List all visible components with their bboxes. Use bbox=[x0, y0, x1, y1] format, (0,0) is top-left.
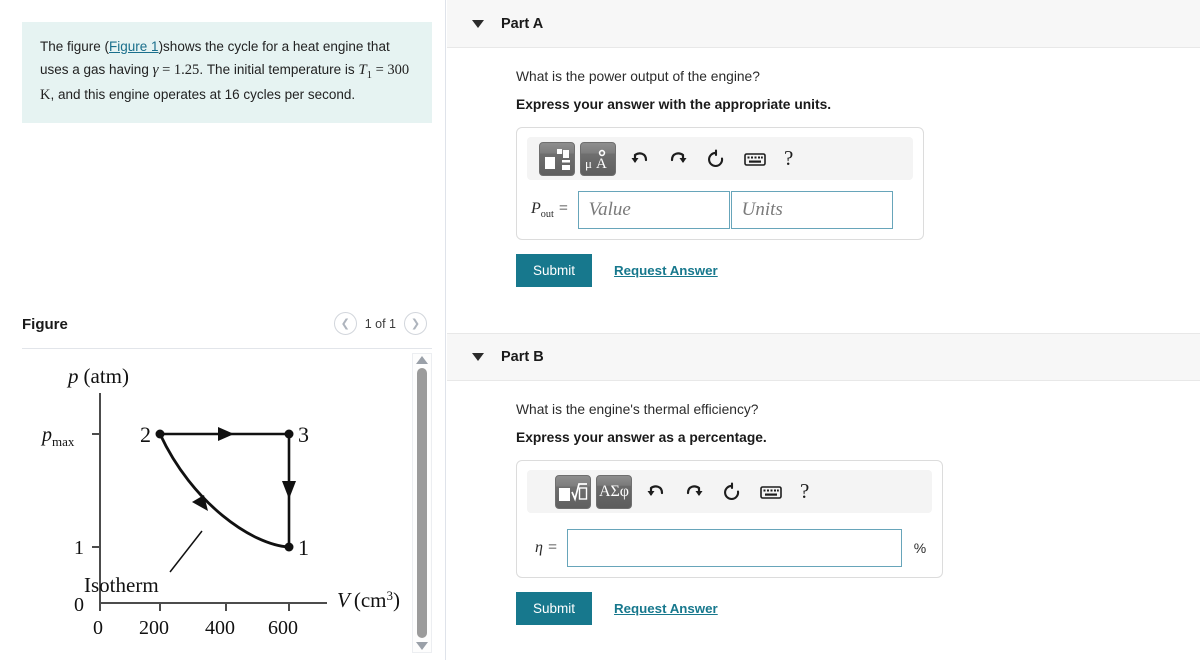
part-b-body: What is the engine's thermal efficiency?… bbox=[447, 402, 1200, 625]
help-icon[interactable]: ? bbox=[800, 479, 809, 504]
part-b-percent-label: % bbox=[913, 540, 927, 556]
y-axis-label-symbol: p bbox=[66, 364, 79, 388]
scroll-down-arrow-icon[interactable] bbox=[416, 642, 428, 650]
part-a-submit-button[interactable]: Submit bbox=[516, 254, 593, 287]
part-b-label: Part B bbox=[501, 349, 544, 365]
arrow-1-to-2-icon bbox=[192, 495, 208, 511]
part-b-request-answer-link[interactable]: Request Answer bbox=[614, 601, 718, 616]
x-axis-label-unit: (cm bbox=[354, 588, 387, 612]
x-tick-label-400: 400 bbox=[205, 617, 235, 639]
scrollbar-thumb[interactable] bbox=[417, 368, 427, 638]
isotherm-annotation: Isotherm bbox=[84, 573, 159, 597]
isotherm-leader-line bbox=[169, 530, 203, 573]
reset-icon[interactable] bbox=[722, 481, 742, 502]
redo-icon[interactable] bbox=[684, 482, 704, 502]
part-a-submit-row: Submit Request Answer bbox=[516, 254, 1200, 287]
chevron-right-icon: ❯ bbox=[410, 317, 421, 330]
nth-root-button[interactable] bbox=[555, 474, 591, 509]
part-a-variable-label: Pout = bbox=[531, 199, 569, 221]
left-panel: The figure (Figure 1)shows the cycle for… bbox=[0, 0, 446, 660]
caret-down-icon[interactable] bbox=[472, 19, 484, 28]
arrow-3-to-1-icon bbox=[282, 481, 296, 499]
part-a-header[interactable]: Part A bbox=[447, 0, 1200, 48]
keyboard-icon[interactable] bbox=[744, 151, 766, 167]
right-panel: Part A What is the power output of the e… bbox=[447, 0, 1200, 660]
figure-divider bbox=[22, 348, 432, 349]
part-b-instruction: Express your answer as a percentage. bbox=[516, 430, 767, 445]
figure-header: Figure ❮ 1 of 1 ❯ bbox=[22, 312, 432, 346]
help-icon[interactable]: ? bbox=[784, 146, 793, 171]
figure-viewport: p (atm) V (cm3) pmax 1 0 0 200 400 600 I… bbox=[22, 353, 410, 653]
part-a-input-row: Pout = bbox=[527, 191, 913, 229]
x-tick-label-0: 0 bbox=[93, 617, 103, 639]
state-label-3: 3 bbox=[298, 422, 309, 447]
svg-text:μ: μ bbox=[585, 156, 592, 171]
figure-counter: 1 of 1 bbox=[364, 316, 396, 331]
problem-statement: The figure (Figure 1)shows the cycle for… bbox=[22, 22, 432, 124]
figure-nav: ❮ 1 of 1 ❯ bbox=[333, 312, 427, 335]
scroll-up-arrow-icon[interactable] bbox=[416, 356, 428, 364]
chevron-left-icon: ❮ bbox=[340, 317, 350, 330]
part-b-value-input[interactable] bbox=[566, 529, 902, 567]
svg-text:A: A bbox=[596, 156, 607, 172]
template-matrix-icon bbox=[545, 148, 570, 170]
part-b-variable-label: η = bbox=[535, 539, 558, 556]
figure-1-link[interactable]: Figure 1 bbox=[109, 39, 159, 54]
part-a-units-input[interactable] bbox=[730, 191, 893, 229]
part-a-body: What is the power output of the engine? … bbox=[447, 69, 1200, 287]
keyboard-icon[interactable] bbox=[760, 484, 782, 500]
problem-text-4: , and this engine operates at 16 cycles … bbox=[50, 86, 356, 102]
part-a-answer-box: A μ ? Pout = Value Units bbox=[516, 127, 924, 240]
part-b-header[interactable]: Part B bbox=[447, 333, 1200, 381]
part-b-question: What is the engine's thermal efficiency? bbox=[516, 402, 759, 417]
figure-prev-button[interactable]: ❮ bbox=[333, 312, 357, 335]
nth-root-icon bbox=[559, 482, 588, 502]
pv-diagram-chart: p (atm) V (cm3) pmax 1 0 0 200 400 600 I… bbox=[40, 364, 400, 639]
arrow-2-to-3-icon bbox=[218, 427, 234, 441]
y-tick-label-pmax: pmax bbox=[40, 424, 75, 449]
part-a-label: Part A bbox=[501, 15, 544, 32]
undo-icon[interactable] bbox=[630, 149, 650, 169]
problem-text-3: . The initial temperature is bbox=[199, 61, 359, 77]
x-tick-label-200: 200 bbox=[139, 617, 169, 639]
units-button[interactable]: A μ bbox=[580, 141, 616, 176]
part-a-toolbar: A μ ? bbox=[527, 137, 913, 180]
part-b-toolbar: ΑΣφ ? bbox=[527, 470, 932, 513]
part-a-question: What is the power output of the engine? bbox=[516, 69, 760, 84]
part-b-answer-box: ΑΣφ ? η = % bbox=[516, 460, 943, 578]
figure-scrollbar[interactable] bbox=[412, 353, 432, 653]
part-a-instruction: Express your answer with the appropriate… bbox=[516, 97, 832, 112]
x-axis-label-symbol: V bbox=[337, 588, 352, 612]
figure-next-button[interactable]: ❯ bbox=[404, 312, 427, 335]
caret-down-icon[interactable] bbox=[472, 353, 484, 361]
y-axis-label-unit: (atm) bbox=[84, 364, 129, 388]
state-label-1: 1 bbox=[298, 535, 309, 560]
part-b-input-row: η = % bbox=[527, 529, 932, 567]
reset-icon[interactable] bbox=[706, 148, 726, 169]
gamma-value: = 1.25 bbox=[158, 61, 200, 78]
x-axis-label-close: ) bbox=[393, 588, 400, 612]
state-point-1 bbox=[284, 542, 294, 552]
state-point-3 bbox=[284, 429, 294, 439]
y-tick-label-0: 0 bbox=[74, 594, 84, 616]
t1-symbol: T1 bbox=[358, 61, 372, 81]
greek-letters-button[interactable]: ΑΣφ bbox=[596, 474, 632, 509]
process-1-to-2-isotherm bbox=[158, 432, 291, 549]
part-a-value-input[interactable] bbox=[577, 191, 730, 229]
redo-icon[interactable] bbox=[668, 149, 688, 169]
y-axis-label: p (atm) bbox=[66, 364, 129, 388]
x-tick-label-600: 600 bbox=[268, 617, 298, 639]
state-label-2: 2 bbox=[140, 422, 151, 447]
units-angstrom-icon: A μ bbox=[585, 149, 607, 172]
y-tick-label-1: 1 bbox=[74, 537, 84, 559]
figure-title: Figure bbox=[22, 316, 68, 333]
x-axis-label: V (cm3) bbox=[337, 588, 400, 612]
undo-icon[interactable] bbox=[646, 482, 666, 502]
state-point-2 bbox=[155, 429, 165, 439]
problem-text-1: The figure ( bbox=[40, 39, 110, 54]
part-a-request-answer-link[interactable]: Request Answer bbox=[614, 263, 718, 278]
part-b-submit-button[interactable]: Submit bbox=[516, 592, 593, 625]
part-b-submit-row: Submit Request Answer bbox=[516, 592, 1200, 625]
template-matrix-button[interactable] bbox=[539, 141, 575, 176]
